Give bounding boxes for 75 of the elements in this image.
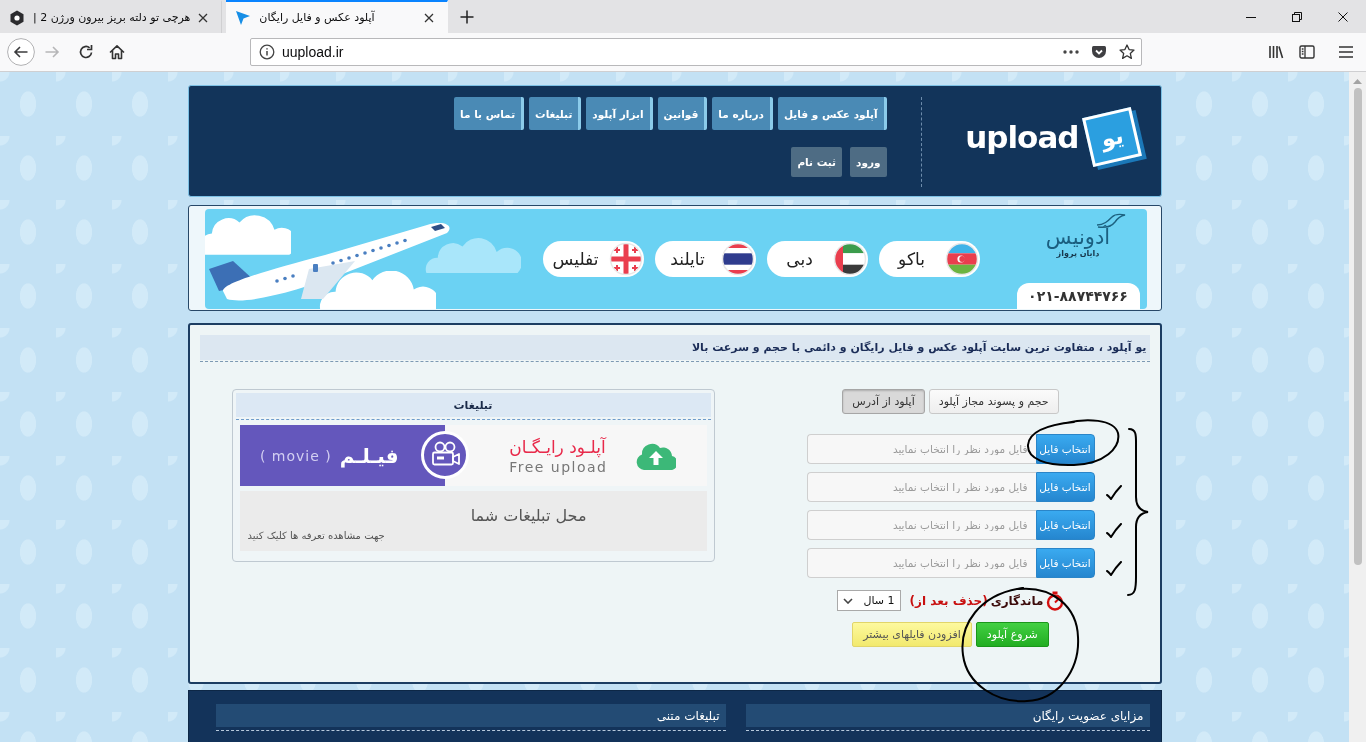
tick-icon [1105,523,1122,538]
close-icon[interactable] [1338,11,1348,22]
hexagon-icon [9,9,25,26]
ad-subtitle: Free upload [509,458,608,476]
destination-name: تفلیس [551,249,600,269]
file-name-field[interactable]: فایل مورد نظر را انتخاب نمایید [806,548,1036,578]
caret-icon [842,597,853,604]
shield-icon[interactable] [1091,44,1107,60]
scrollbar[interactable] [1349,72,1366,742]
ad-title: آپلـود رایـگـان [509,435,606,458]
footer-section-header: مزایای عضویت رایگان [745,704,1150,727]
file-name-field[interactable]: فایل مورد نظر را انتخاب نمایید [806,472,1036,502]
retention-note: (حذف بعد از) [909,593,988,608]
reload-icon[interactable] [78,44,94,60]
film-title: فیـلـم [339,443,399,468]
ad-box-title: تبلیغات [235,393,711,417]
close-icon[interactable] [198,12,209,23]
browser-tab[interactable]: آپلود عکس و فایل رایگان [226,0,449,33]
ad-pricing-note: جهت مشاهده تعرفه ها کلیک کنید [247,530,385,541]
back-icon[interactable] [7,38,35,66]
destination-name: دبی [785,249,814,269]
home-icon[interactable] [109,44,125,60]
ad-slot-title: محل تبلیغات شما [470,506,587,525]
nav-button[interactable]: آپلود عکس و فایل [777,97,887,130]
nav-button[interactable]: ابزار آپلود [586,97,653,130]
address-bar[interactable]: uupload.ir [250,38,1142,66]
choose-file-button[interactable]: انتخاب فایل [1035,548,1095,578]
retention-label: ماندگاری [990,593,1044,608]
upload-option-button[interactable]: آپلود از آدرس [842,389,925,414]
close-icon[interactable] [424,12,435,23]
footer-section-header: تبلیغات متنی [215,704,726,727]
choose-file-button[interactable]: انتخاب فایل [1035,472,1095,502]
flight-ad-banner[interactable]: آدونیس دایان پرواز ۰۲۱-۸۸۷۴۴۷۶۶ باکو دبی تایلند تفلیس [204,209,1147,309]
brand-tagline: دایان پرواز [1056,249,1100,259]
nav-button[interactable]: تبلیغات [529,97,582,130]
camera-icon [420,431,469,479]
account-button[interactable]: ثبت نام [791,147,842,177]
retention-select[interactable]: 1 سال [836,590,901,611]
choose-file-button[interactable]: انتخاب فایل [1035,434,1095,464]
add-files-button[interactable]: افزودن فایلهای بیشتر [852,622,972,647]
flag-icon [608,242,643,276]
stopwatch-icon [1046,590,1065,611]
plus-icon[interactable] [460,9,475,24]
choose-file-button[interactable]: انتخاب فایل [1035,510,1095,540]
tagline-bar: یو آپلود ، متفاوت ترین سایت آپلود عکس و فایل رایگان و دائمی با حجم و سرعت بالا [199,335,1150,360]
film-subtitle: ( movie ) [259,447,332,464]
file-name-field[interactable]: فایل مورد نظر را انتخاب نمایید [806,434,1036,464]
more-icon[interactable] [1063,50,1079,54]
nav-button[interactable]: درباره ما [712,97,773,130]
arrow-icon [235,9,252,26]
nav-button[interactable]: قوانین [657,97,708,130]
cloud-upload-icon [635,441,676,470]
destination-name: باکو [896,249,926,269]
phone-number-pill: ۰۲۱-۸۸۷۴۴۷۶۶ [1016,283,1140,309]
restore-icon[interactable] [1292,11,1302,22]
menu-icon[interactable] [1338,44,1354,60]
nav-button[interactable]: تماس با ما [454,97,525,130]
upload-option-button[interactable]: حجم و پسوند مجاز آپلود [928,389,1059,414]
destination-name: تایلند [669,249,706,269]
scrollbar-thumb[interactable] [1353,88,1362,565]
star-icon[interactable] [1119,44,1135,60]
brand-name: آدونیس [1045,225,1111,249]
info-icon[interactable] [259,44,275,60]
file-name-field[interactable]: فایل مورد نظر را انتخاب نمایید [806,510,1036,540]
ad-slot[interactable]: محل تبلیغات شما جهت مشاهده تعرفه ها کلیک کنید [239,491,707,551]
logo-wordmark[interactable]: upload [965,119,1079,155]
tick-icon [1105,561,1122,576]
library-icon[interactable] [1268,44,1284,60]
flag-icon [832,242,867,276]
flag-icon [720,242,755,276]
url-text: uupload.ir [282,44,344,60]
sidebar-icon[interactable] [1299,44,1315,60]
account-button[interactable]: ورود [850,147,887,177]
tick-icon [1105,485,1122,500]
flag-icon [944,242,979,276]
